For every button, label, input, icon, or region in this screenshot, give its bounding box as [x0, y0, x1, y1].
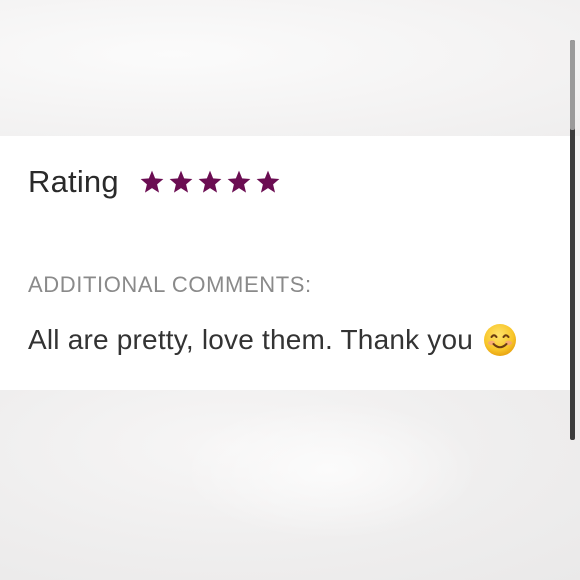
smiling-face-icon [483, 323, 517, 357]
review-card: Rating ADDITIONAL COMMENTS: All are pret… [0, 136, 570, 390]
comments-heading: ADDITIONAL COMMENTS: [28, 272, 312, 297]
comment-text: All are pretty, love them. Thank you [28, 324, 474, 355]
scrollbar-thumb[interactable] [570, 40, 575, 130]
background-bottom [0, 390, 580, 580]
rating-row: Rating [28, 164, 281, 200]
star-icon [255, 169, 281, 195]
comment-row: All are pretty, love them. Thank you [28, 323, 517, 357]
star-rating [139, 169, 281, 195]
star-icon [197, 169, 223, 195]
star-icon [139, 169, 165, 195]
background-top [0, 0, 580, 136]
rating-label: Rating [28, 164, 119, 199]
star-icon [226, 169, 252, 195]
star-icon [168, 169, 194, 195]
